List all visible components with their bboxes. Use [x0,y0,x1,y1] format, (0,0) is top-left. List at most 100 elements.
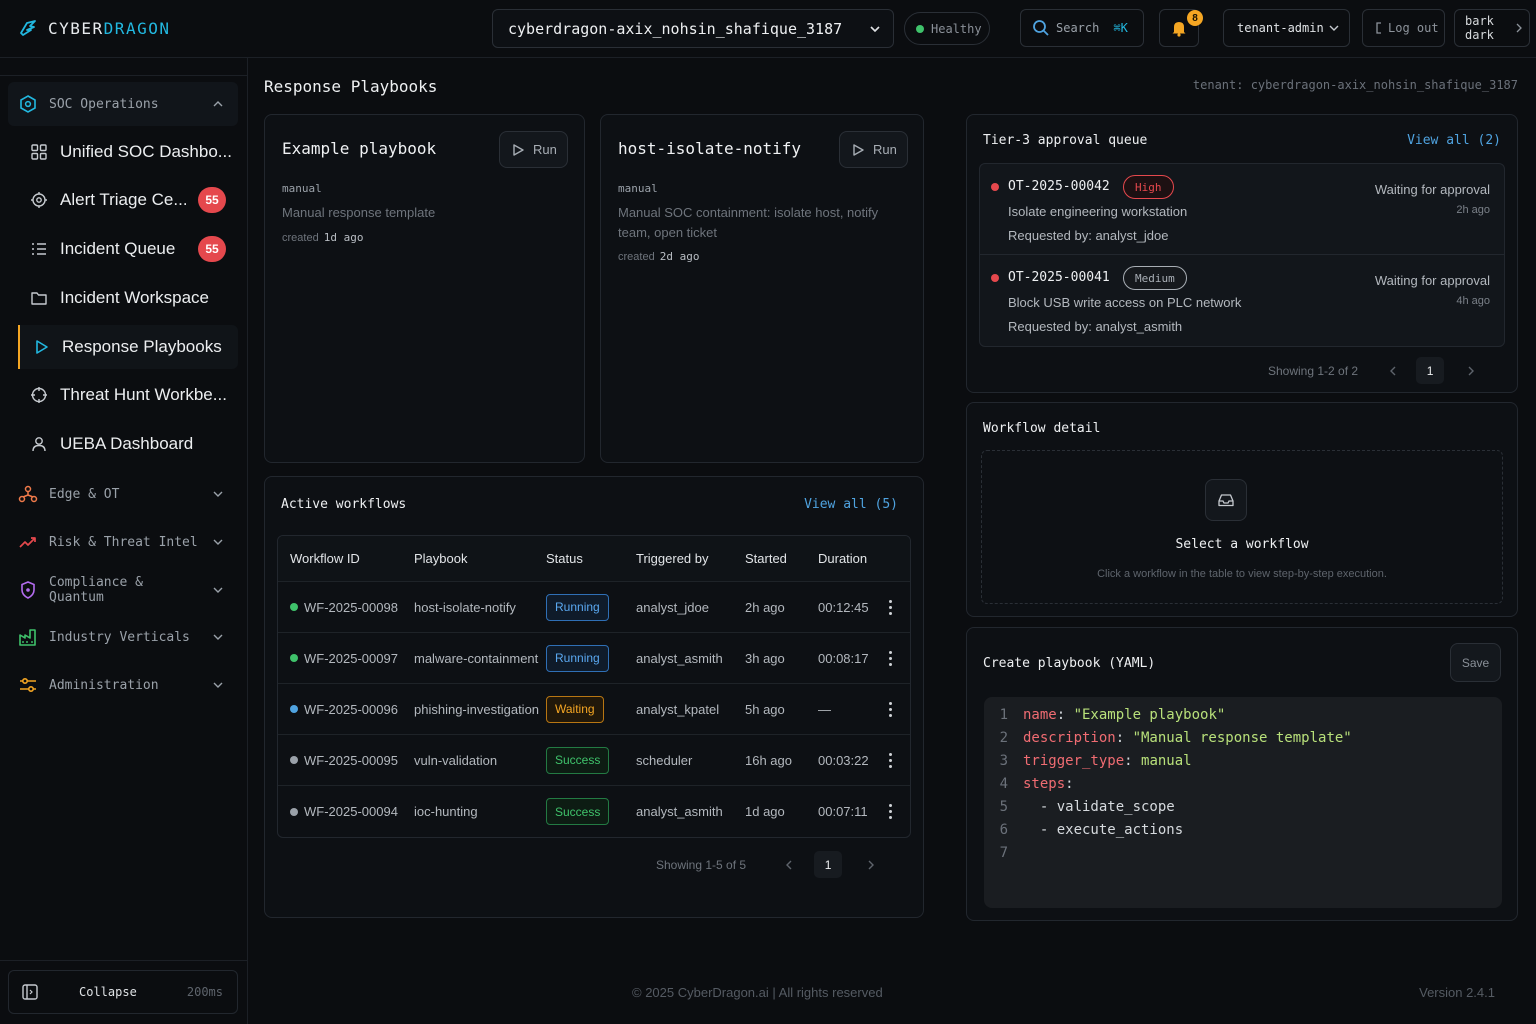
chevron-right-icon[interactable] [866,859,876,871]
role-select-value: tenant-admin [1237,21,1324,35]
more-vertical-icon [886,701,894,717]
sidebar-item-alert-triage-center[interactable]: Alert Triage Ce... 55 [18,178,238,222]
chevron-right-icon[interactable] [1466,365,1476,377]
sidebar-group-compliance-quantum[interactable]: Compliance & Quantum [8,568,238,612]
column-header[interactable]: Status [546,536,583,581]
table-row[interactable]: WF-2025-00098 host-isolate-notify Running a… [278,582,910,633]
active-workflows-panel: Active workflows View all (5) Workflow I… [264,476,924,918]
role-select[interactable]: tenant-admin [1223,9,1350,47]
view-all-approvals-link[interactable]: View all (2) [1407,133,1501,148]
pagination-summary: Showing 1-5 of 5 [656,857,747,872]
playbook-name: host-isolate-notify [618,139,802,158]
status-cell: Running [546,582,609,632]
view-all-workflows-link[interactable]: View all (5) [804,497,898,512]
sidebar-item-ueba-dashboard[interactable]: UEBA Dashboard [18,422,238,466]
row-menu-button[interactable] [886,582,894,632]
play-icon [32,338,50,356]
radar-icon [30,191,48,209]
table-row[interactable]: WF-2025-00095 vuln-validation Success sched… [278,735,910,786]
column-header[interactable]: Workflow ID [290,536,360,581]
started-cell: 5h ago [745,701,785,717]
column-header[interactable]: Started [745,536,787,581]
approvals-pagination: Showing 1-2 of 2 1 [1268,357,1476,384]
status-badge: Running [546,644,609,672]
row-menu-button[interactable] [886,633,894,683]
run-playbook-button[interactable]: Run [499,131,568,168]
page-number-button[interactable]: 1 [1416,357,1445,384]
column-header[interactable]: Triggered by [636,536,709,581]
page-number-button[interactable]: 1 [814,851,843,878]
triggered-by-cell: scheduler [636,752,693,768]
chevron-up-icon [212,98,224,110]
sidebar-group-industry-verticals[interactable]: Industry Verticals [8,615,238,659]
status-cell: Waiting [546,684,604,734]
severity-badge: Medium [1123,266,1187,290]
sidebar-group-administration[interactable]: Administration [8,663,238,707]
approval-item[interactable]: OT-2025-00042 High Isolate engineering w… [980,164,1504,255]
sidebar-item-incident-queue[interactable]: Incident Queue 55 [18,227,238,271]
yaml-editor[interactable]: 1 name: "Example playbook" 2 description: "… [984,697,1502,908]
shield-hex-icon [18,94,38,114]
column-header[interactable]: Playbook [414,536,467,581]
save-playbook-button[interactable]: Save [1450,643,1501,682]
chevron-left-icon[interactable] [1388,365,1398,377]
column-header[interactable]: Duration [818,536,867,581]
playbook-trigger-type: manual [618,182,658,195]
run-playbook-button[interactable]: Run [839,131,908,168]
playbook-card[interactable]: host-isolate-notify Run manual Manual SO… [600,114,924,463]
workflow-id: WF-2025-00098 [304,599,398,615]
yaml-separator: : [1124,752,1142,769]
chevron-down-icon [212,488,224,500]
collapse-sidebar-button[interactable]: Collapse 200ms [8,970,238,1014]
theme-toggle[interactable]: bark dark [1454,9,1530,47]
started-cell: 3h ago [745,650,785,666]
sidebar-group-soc-operations[interactable]: SOC Operations [8,82,238,126]
sidebar-group-risk-threat-intel[interactable]: Risk & Threat Intel [8,520,238,564]
playbook-cell: malware-containment [414,650,539,666]
sidebar-group-edge-ot[interactable]: Edge & OT [8,472,238,516]
crosshair-icon [30,386,48,404]
yaml-value: "Manual response template" [1132,729,1352,746]
status-dot-icon [290,756,298,764]
logout-button[interactable]: Log out [1362,9,1445,47]
chevron-down-icon [869,23,881,35]
playbook-description: Manual SOC containment: isolate host, no… [618,205,879,240]
playbook-card[interactable]: Example playbook Run manual Manual respo… [264,114,585,463]
table-row[interactable]: WF-2025-00096 phishing-investigation Waiti… [278,684,910,735]
sidebar-item-unified-soc-dashboard[interactable]: Unified SOC Dashbo... [18,130,238,174]
health-status[interactable]: Healthy [904,12,990,45]
search-shortcut: ⌘K [1113,21,1128,35]
sidebar-item-response-playbooks[interactable]: Response Playbooks [18,325,238,369]
sidebar-bottom-divider [0,960,248,961]
row-menu-button[interactable] [886,684,894,734]
status-badge: Waiting [546,695,604,723]
sidebar-item-threat-hunt-workbench[interactable]: Threat Hunt Workbe... [18,373,238,417]
approval-item[interactable]: OT-2025-00041 Medium Block USB write acc… [980,255,1504,346]
brand-name-part1: CYBER [48,18,104,38]
brand-logo[interactable]: CYBERDRAGON [18,18,170,38]
approval-state: Waiting for approval [1374,182,1490,197]
search-button[interactable]: Search ⌘K [1020,9,1144,47]
tenant-select[interactable]: cyberdragon-axix_nohsin_shafique_3187 [492,9,894,48]
line-number: 2 [999,729,1008,746]
yaml-key: steps [1023,775,1066,792]
sidebar-item-label: Incident Queue [60,239,176,258]
table-row[interactable]: WF-2025-00097 malware-containment Running a… [278,633,910,684]
created-label: created [282,232,319,244]
row-menu-button[interactable] [886,735,894,785]
row-menu-button[interactable] [886,786,894,837]
triggered-by-cell: analyst_asmith [636,804,723,819]
sidebar-item-incident-workspace[interactable]: Incident Workspace [18,276,238,320]
approval-queue-panel: Tier-3 approval queue View all (2) OT-20… [966,114,1518,393]
workflow-detail-empty-state: Select a workflow Click a workflow in th… [981,450,1503,604]
line-number: 6 [999,821,1008,838]
line-number: 7 [999,844,1008,861]
approval-requester: Requested by: analyst_jdoe [1008,228,1169,243]
grid-icon [30,143,48,161]
yaml-separator: : [1115,729,1133,746]
playbook-cell: ioc-hunting [414,804,478,819]
sidebar-item-label: Alert Triage Ce... [60,190,186,209]
sidebar-group-label: Administration [49,677,159,693]
table-row[interactable]: WF-2025-00094 ioc-hunting Success analyst_a… [278,786,910,837]
chevron-left-icon[interactable] [784,859,794,871]
